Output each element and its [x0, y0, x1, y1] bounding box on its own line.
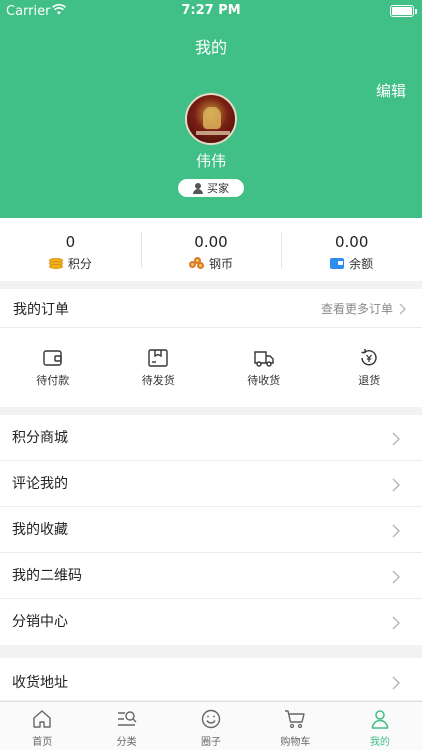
orders-title: 我的订单 [13, 302, 69, 318]
status-bar: Carrier 7:27 PM [0, 0, 422, 22]
profile-header: Carrier 7:27 PM 我的 编辑 伟伟 买家 [0, 0, 422, 218]
chevron-right-icon [399, 303, 406, 314]
tab-mine[interactable]: 我的 [338, 702, 422, 750]
chevron-right-icon [392, 432, 400, 446]
order-pending-shipment-label: 待发货 [141, 374, 175, 387]
menu-list-2: 收货地址 [0, 658, 422, 700]
tab-home[interactable]: 首页 [0, 702, 84, 750]
wallet-outline-icon [43, 350, 62, 366]
menu-item-label: 我的收藏 [12, 522, 68, 538]
chevron-right-icon [392, 478, 400, 492]
smiley-icon [201, 709, 221, 729]
tab-cart[interactable]: 购物车 [253, 702, 337, 750]
copper-coins-icon [189, 256, 204, 271]
stat-balance[interactable]: 0.00 余额 [281, 218, 422, 281]
cart-icon [285, 710, 306, 729]
role-badge: 买家 [178, 179, 244, 197]
role-badge-label: 买家 [207, 182, 229, 195]
stat-balance-label: 余额 [349, 257, 374, 271]
refund-icon [361, 349, 377, 366]
wallet-icon [330, 258, 345, 269]
tab-bar: 首页 分类 圈子 购物车 我的 [0, 701, 422, 750]
order-refund[interactable]: 退货 [317, 328, 422, 407]
menu-item-label: 分销中心 [12, 614, 68, 630]
package-icon [148, 349, 168, 367]
stats-bar: 0 积分 0.00 钢币 0.00 余额 [0, 218, 422, 281]
stat-steel-coins[interactable]: 0.00 钢币 [140, 218, 282, 281]
home-icon [33, 710, 51, 728]
avatar[interactable] [185, 93, 237, 145]
menu-item-label: 积分商城 [12, 430, 68, 446]
order-refund-label: 退货 [358, 374, 381, 387]
menu-item-label: 我的二维码 [12, 568, 82, 584]
tab-circle[interactable]: 圈子 [169, 702, 253, 750]
orders-header: 我的订单 查看更多订单 [0, 289, 422, 328]
chevron-right-icon [392, 570, 400, 584]
stat-steel-coins-label: 钢币 [209, 257, 234, 271]
page-title: 我的 [194, 38, 227, 57]
stat-steel-coins-value: 0.00 [194, 233, 228, 251]
chevron-right-icon [392, 676, 400, 690]
tab-label: 分类 [116, 737, 137, 748]
stat-points-value: 0 [65, 233, 76, 251]
menu-item-label: 评论我的 [12, 476, 68, 492]
order-status-row: 待付款 待发货 待收货 退货 [0, 328, 422, 407]
menu-item-points-mall[interactable]: 积分商城 [0, 415, 422, 461]
tab-label: 购物车 [280, 737, 311, 748]
tab-label: 我的 [369, 737, 390, 748]
person-icon [193, 182, 203, 194]
stat-points[interactable]: 0 积分 [0, 218, 141, 281]
tab-label: 首页 [32, 737, 53, 748]
menu-item-qrcode[interactable]: 我的二维码 [0, 553, 422, 599]
menu-item-label: 收货地址 [12, 675, 68, 691]
coin-stack-icon [48, 257, 63, 270]
battery-icon [390, 5, 417, 17]
status-time: 7:27 PM [181, 3, 241, 18]
view-more-orders-label: 查看更多订单 [320, 302, 393, 316]
user-icon [371, 710, 389, 729]
username: 伟伟 [195, 152, 226, 170]
order-pending-receipt[interactable]: 待收货 [211, 328, 317, 407]
stat-balance-value: 0.00 [334, 233, 369, 251]
category-search-icon [117, 711, 137, 726]
order-pending-receipt-label: 待收货 [247, 374, 281, 387]
edit-button[interactable]: 编辑 [376, 80, 406, 101]
menu-item-distribution[interactable]: 分销中心 [0, 599, 422, 645]
order-pending-shipment[interactable]: 待发货 [106, 328, 212, 407]
view-more-orders-link[interactable]: 查看更多订单 [321, 300, 406, 317]
menu-item-favorites[interactable]: 我的收藏 [0, 507, 422, 553]
tab-label: 圈子 [201, 737, 222, 748]
menu-item-comments[interactable]: 评论我的 [0, 461, 422, 507]
menu-list: 积分商城 评论我的 我的收藏 我的二维码 分销中心 [0, 415, 422, 645]
chevron-right-icon [392, 616, 400, 630]
profile-screen: Carrier 7:27 PM 我的 编辑 伟伟 买家 0 积分 0.00 钢币… [0, 0, 422, 750]
menu-item-address[interactable]: 收货地址 [0, 658, 422, 700]
stat-points-label: 积分 [67, 257, 92, 271]
chevron-right-icon [392, 524, 400, 538]
order-pending-payment-label: 待付款 [36, 374, 70, 387]
truck-icon [254, 351, 274, 367]
tab-category[interactable]: 分类 [84, 702, 168, 750]
order-pending-payment[interactable]: 待付款 [0, 328, 106, 407]
